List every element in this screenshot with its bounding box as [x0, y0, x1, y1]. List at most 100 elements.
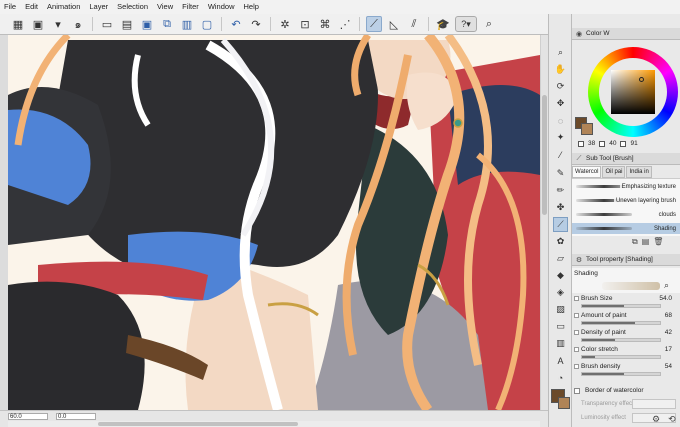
property-slider[interactable] — [581, 372, 661, 376]
canvas-horizontal-scrollbar[interactable] — [8, 421, 540, 427]
tool-property-header[interactable]: ⚙ Tool property [Shading] — [572, 254, 680, 266]
blend-icon[interactable]: ◆ — [553, 268, 568, 283]
property-row[interactable]: Brush Size 54.0 — [572, 294, 680, 310]
open-icon[interactable]: ▤ — [119, 16, 135, 32]
brush-icon[interactable]: ⟋ — [553, 217, 568, 232]
menu-help[interactable]: Help — [244, 0, 259, 14]
property-slider[interactable] — [581, 355, 661, 359]
airbrush-icon[interactable]: ✤ — [553, 200, 568, 215]
tab-india-ink[interactable]: India in — [626, 166, 652, 178]
canvas[interactable] — [8, 35, 540, 410]
color-wheel-tab[interactable]: ◉ Color W — [572, 28, 680, 40]
sub-color-swatch[interactable] — [558, 397, 570, 409]
menu-layer[interactable]: Layer — [89, 0, 108, 14]
property-row[interactable]: Color stretch 17 — [572, 345, 680, 361]
hsv-mode-toggle[interactable] — [578, 140, 584, 147]
menu-edit[interactable]: Edit — [25, 0, 38, 14]
property-value[interactable]: 17 — [665, 346, 672, 353]
brush-item[interactable]: clouds — [572, 209, 680, 220]
settings-icon[interactable]: ⚙ — [652, 414, 660, 425]
zoom-icon[interactable]: ⌕ — [553, 45, 568, 60]
grid-icon[interactable]: ▦ — [10, 16, 26, 32]
move-icon[interactable]: ✥ — [553, 96, 568, 111]
fill-icon[interactable]: ◈ — [553, 285, 568, 300]
new-icon[interactable]: ▭ — [99, 16, 115, 32]
trash-icon[interactable]: 🗑 — [653, 237, 663, 247]
menu-file[interactable]: File — [4, 0, 16, 14]
property-slider[interactable] — [581, 338, 661, 342]
redo-icon[interactable]: ↷ — [248, 16, 264, 32]
saturation-value-square[interactable] — [611, 70, 655, 114]
border-checkbox[interactable] — [574, 388, 580, 394]
dynamics-toggle[interactable] — [574, 313, 579, 318]
snap-grid-icon[interactable]: ◺ — [386, 16, 402, 32]
scroll-thumb[interactable] — [98, 422, 298, 426]
hand-icon[interactable]: ✋ — [553, 62, 568, 77]
pen-icon[interactable]: ✎ — [553, 166, 568, 181]
dynamics-toggle[interactable] — [574, 330, 579, 335]
property-slider[interactable] — [581, 321, 661, 325]
rotate-icon[interactable]: ⟳ — [553, 79, 568, 94]
property-row[interactable]: Brush density 54 — [572, 362, 680, 378]
saturation-value[interactable]: 40 — [609, 140, 616, 147]
display-icon[interactable]: ▣ — [30, 16, 46, 32]
wand-icon[interactable]: ✦ — [553, 130, 568, 145]
menu-view[interactable]: View — [157, 0, 173, 14]
search-icon[interactable]: ⌕ — [481, 16, 497, 32]
dynamics-toggle[interactable] — [574, 364, 579, 369]
property-value[interactable]: 54.0 — [659, 295, 672, 302]
reset-icon[interactable]: ⟲ — [668, 414, 676, 425]
loading-icon[interactable]: ✲ — [277, 16, 293, 32]
snap-misc-icon[interactable]: ⋰ — [337, 16, 353, 32]
new-subtool-icon[interactable]: ▤ — [642, 237, 650, 247]
decoration-icon[interactable]: ✿ — [553, 234, 568, 249]
frame-icon[interactable]: ▥ — [553, 336, 568, 351]
sub-color-chip[interactable] — [581, 123, 593, 135]
dropdown-icon[interactable]: ▾ — [50, 16, 66, 32]
lasso-icon[interactable]: ◌ — [553, 113, 568, 128]
brush-item[interactable]: Emphasizing texture — [572, 181, 680, 192]
crop-icon[interactable]: ⊡ — [297, 16, 313, 32]
spiral-icon[interactable]: ๑ — [70, 16, 86, 32]
sub-tool-header[interactable]: ⟋ Sub Tool [Brush] — [572, 153, 680, 165]
special-ruler-icon[interactable]: ⫽ — [406, 16, 422, 32]
copy-icon[interactable]: ⧉ — [632, 237, 638, 247]
help-icon[interactable]: ?▾ — [455, 16, 477, 32]
border-of-watercolor[interactable]: Border of watercolor — [572, 387, 680, 397]
property-row[interactable]: Density of paint 42 — [572, 328, 680, 344]
eraser-icon[interactable]: ▱ — [553, 251, 568, 266]
eyedropper-icon[interactable]: ⁄ — [553, 147, 568, 162]
figure-icon[interactable]: ▭ — [553, 319, 568, 334]
learn-icon[interactable]: 🎓 — [435, 16, 451, 32]
menu-window[interactable]: Window — [208, 0, 235, 14]
property-row[interactable]: Amount of paint 68 — [572, 311, 680, 327]
hue-value[interactable]: 38 — [588, 140, 595, 147]
balloon-icon[interactable]: ◔ — [553, 370, 568, 385]
zoom-field[interactable]: 60.0 — [8, 413, 48, 420]
print-icon[interactable]: ▥ — [179, 16, 195, 32]
select-icon[interactable]: ▢ — [199, 16, 215, 32]
dynamics-toggle[interactable] — [574, 296, 579, 301]
transform-icon[interactable]: ⌘ — [317, 16, 333, 32]
menu-filter[interactable]: Filter — [182, 0, 199, 14]
property-value[interactable]: 54 — [665, 363, 672, 370]
undo-icon[interactable]: ↶ — [228, 16, 244, 32]
tab-oil-paint[interactable]: Oil pai — [602, 166, 626, 178]
magnifier-icon[interactable]: ⌕ — [664, 280, 669, 291]
export-icon[interactable]: ⧉ — [159, 16, 175, 32]
menu-selection[interactable]: Selection — [117, 0, 148, 14]
property-value[interactable]: 42 — [665, 329, 672, 336]
pencil-icon[interactable]: ✏ — [553, 183, 568, 198]
gradient-icon[interactable]: ▨ — [553, 302, 568, 317]
text-icon[interactable]: A — [553, 353, 568, 368]
brush-item-selected[interactable]: Shading — [572, 223, 680, 234]
rotation-field[interactable]: 0.0 — [56, 413, 96, 420]
brush-item[interactable]: Uneven layering brush — [572, 195, 680, 206]
color-cursor[interactable] — [639, 77, 644, 82]
brightness-value[interactable]: 91 — [630, 140, 637, 147]
tab-watercolor[interactable]: Watercol — [572, 166, 602, 178]
menu-animation[interactable]: Animation — [47, 0, 80, 14]
save-icon[interactable]: ▣ — [139, 16, 155, 32]
dynamics-toggle[interactable] — [574, 347, 579, 352]
property-value[interactable]: 68 — [665, 312, 672, 319]
